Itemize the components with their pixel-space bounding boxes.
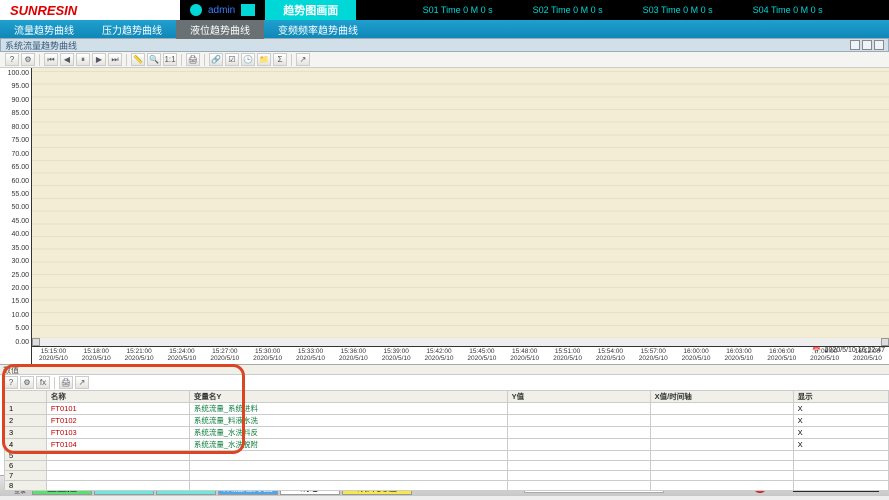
brand-logo: SUNRESIN (0, 0, 180, 20)
timers-row: S01 Time 0 M 0 s S02 Time 0 M 0 s S03 Ti… (356, 5, 889, 15)
minimize-icon[interactable] (850, 40, 860, 50)
tab-level[interactable]: 液位趋势曲线 (176, 20, 264, 39)
y-axis: 100.0095.0090.0085.0080.0075.0070.0065.0… (0, 68, 32, 364)
tb-time-icon[interactable]: 🕒 (241, 53, 255, 66)
panel-titlebar: 系统流量趋势曲线 (0, 38, 889, 52)
legend-panel: 数值 ? ⚙ fx 🖨 ↗ 名称变量名YY值X值/时间轴显示1FT0101系统流… (0, 365, 889, 465)
x-axis: 15:15:002020/5/1015:18:002020/5/1015:21:… (32, 346, 889, 364)
legend-table[interactable]: 名称变量名YY值X值/时间轴显示1FT0101系统流量_系统进料X2FT0102… (4, 390, 889, 491)
user-icon[interactable] (190, 4, 202, 16)
tb-first-icon[interactable]: ⏮ (44, 53, 58, 66)
scroll-track[interactable] (40, 338, 881, 346)
tb-link-icon[interactable]: 🔗 (209, 53, 223, 66)
ruler-icon: 📅 (812, 347, 821, 355)
tb-zoomarea-icon[interactable]: 🔍 (147, 53, 161, 66)
leg-config-icon[interactable]: ⚙ (20, 376, 34, 389)
chart-ruler-ts: 2020/5/10 16:22:47 (825, 347, 885, 355)
nav-tabs: 流量趋势曲线 压力趋势曲线 液位趋势曲线 变频频率趋势曲线 (0, 20, 889, 38)
legend-title: 数值 (0, 365, 889, 375)
leg-help-icon[interactable]: ? (4, 376, 18, 389)
maximize-icon[interactable] (862, 40, 872, 50)
tb-export-icon[interactable]: ↗ (296, 53, 310, 66)
close-icon[interactable] (874, 40, 884, 50)
page-title: 趋势图画面 (265, 0, 356, 20)
panel-title: 系统流量趋势曲线 (5, 39, 77, 52)
tab-flow[interactable]: 流量趋势曲线 (0, 20, 88, 39)
trend-chart: 100.0095.0090.0085.0080.0075.0070.0065.0… (0, 68, 889, 365)
tb-archive-icon[interactable]: 📁 (257, 53, 271, 66)
chart-toolbar: ? ⚙ ⏮ ◀ ⏸ ▶ ⏭ 📏 🔍 1:1 🖨 🔗 ☑ 🕒 📁 Σ ↗ (0, 52, 889, 68)
scroll-left-icon[interactable] (32, 338, 40, 346)
tb-select-icon[interactable]: ☑ (225, 53, 239, 66)
print-icon[interactable] (241, 4, 255, 16)
tb-zoomreset-icon[interactable]: 1:1 (163, 53, 177, 66)
plot-area[interactable]: 15:15:002020/5/1015:18:002020/5/1015:21:… (32, 68, 889, 364)
leg-print-icon[interactable]: 🖨 (59, 376, 73, 389)
scroll-right-icon[interactable] (881, 338, 889, 346)
tb-config-icon[interactable]: ⚙ (21, 53, 35, 66)
tb-help-icon[interactable]: ? (5, 53, 19, 66)
tb-print-icon[interactable]: 🖨 (186, 53, 200, 66)
tb-ruler-icon[interactable]: 📏 (131, 53, 145, 66)
tb-next-icon[interactable]: ▶ (92, 53, 106, 66)
tb-prev-icon[interactable]: ◀ (60, 53, 74, 66)
tab-freq[interactable]: 变频频率趋势曲线 (264, 20, 372, 39)
tab-pressure[interactable]: 压力趋势曲线 (88, 20, 176, 39)
tb-last-icon[interactable]: ⏭ (108, 53, 122, 66)
tb-stats-icon[interactable]: Σ (273, 53, 287, 66)
leg-func-icon[interactable]: fx (36, 376, 50, 389)
tb-pause-icon[interactable]: ⏸ (76, 53, 90, 66)
leg-export-icon[interactable]: ↗ (75, 376, 89, 389)
username-label: admin (208, 5, 235, 16)
